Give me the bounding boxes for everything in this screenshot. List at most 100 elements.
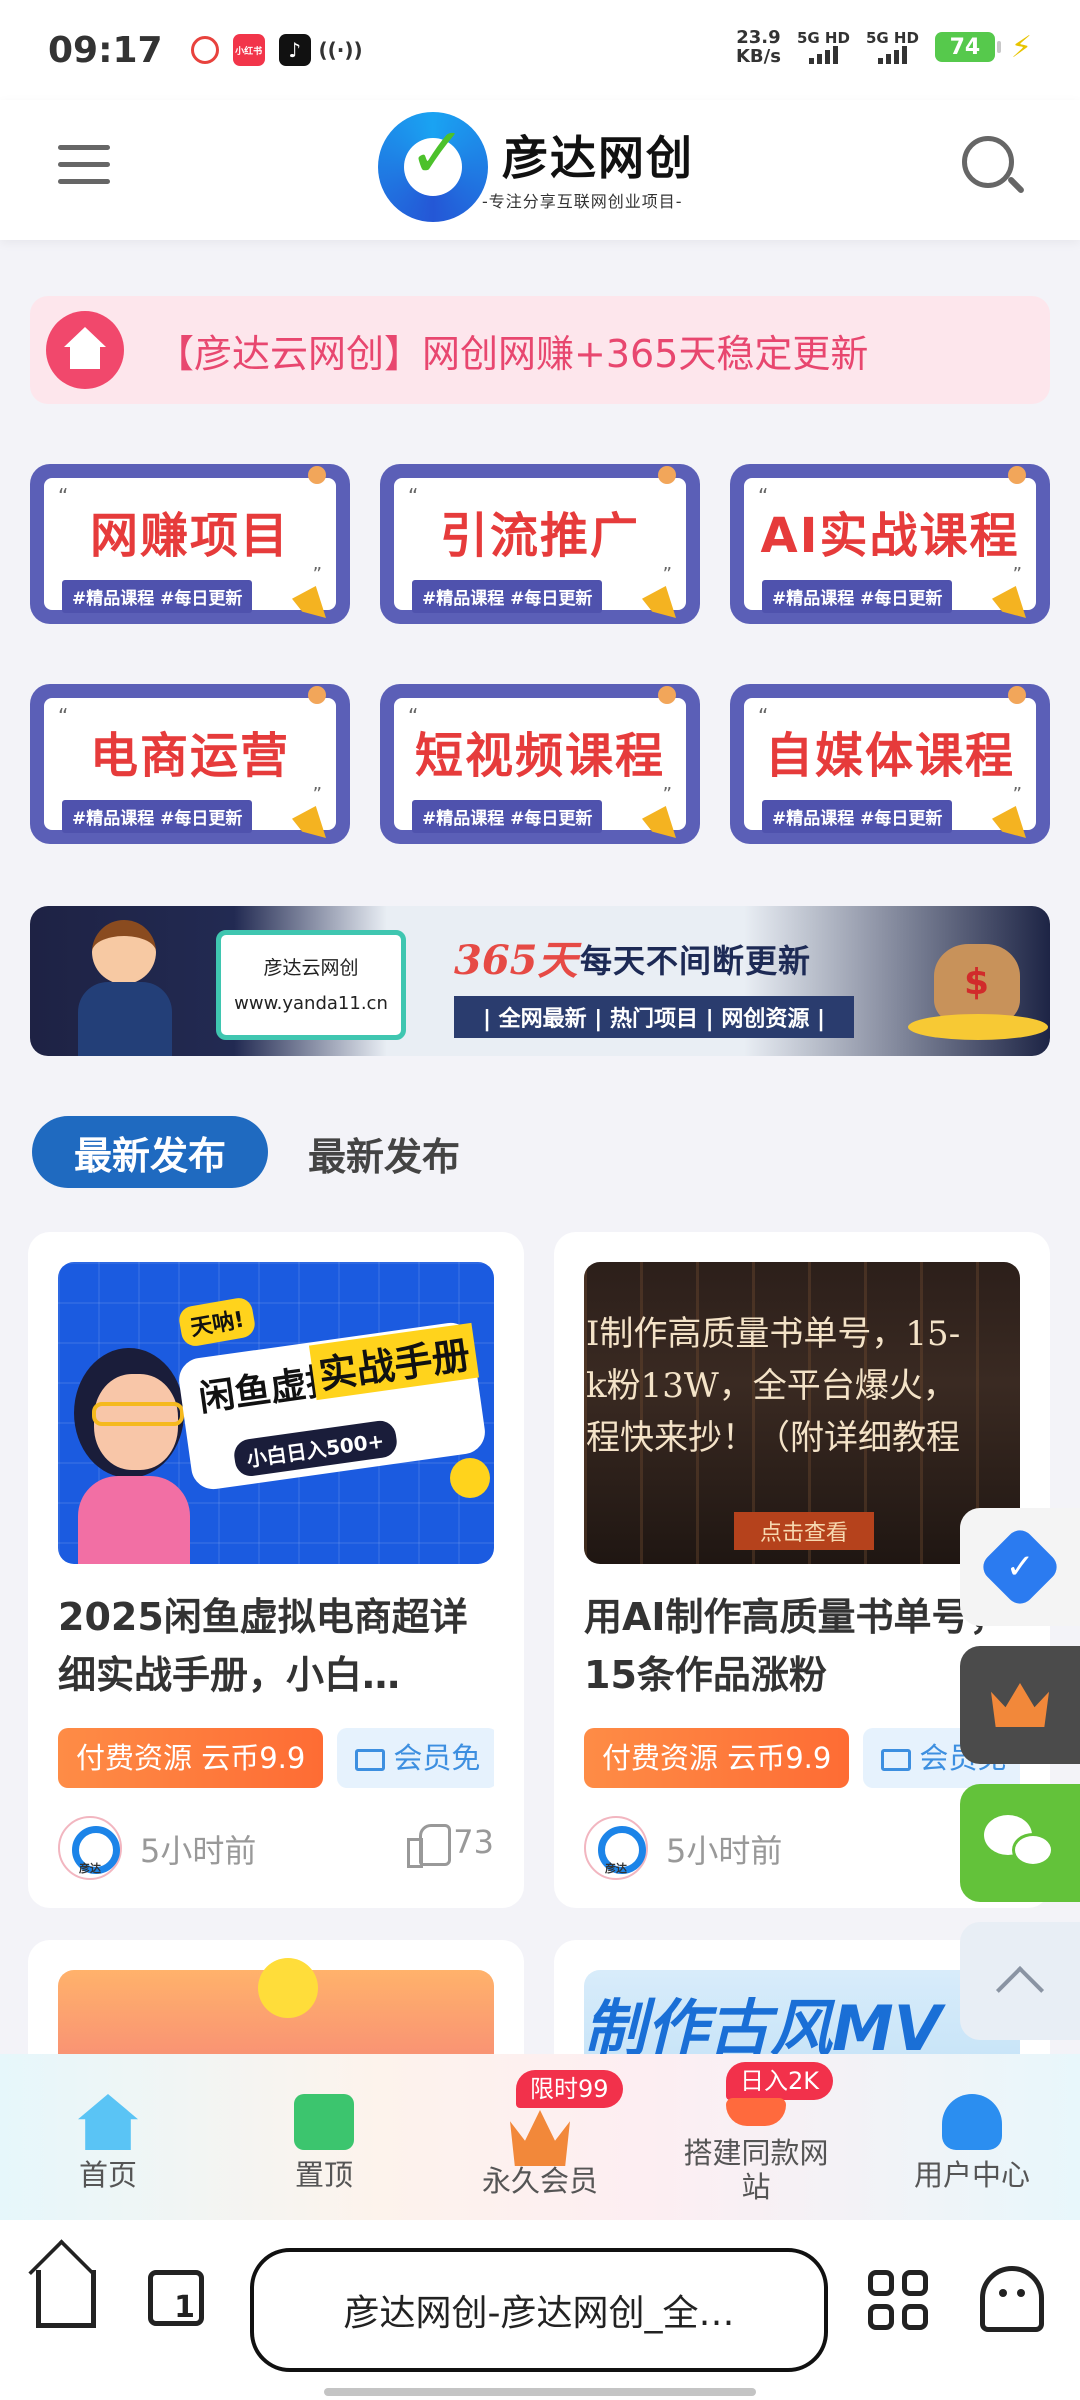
- user-icon: [942, 2094, 1002, 2150]
- vip-float-button[interactable]: [960, 1646, 1080, 1764]
- post-time: 5小时前: [666, 1832, 783, 1870]
- money-bag-icon: $: [908, 922, 1048, 1042]
- folder-icon: [355, 1749, 386, 1771]
- category-card[interactable]: “短视频课程 #精品课程 #每日更新”: [380, 684, 700, 844]
- nav-item-vip[interactable]: 限时99 永久会员: [432, 2054, 648, 2220]
- post-meta: 彦达 5小时前: [584, 1816, 1020, 1880]
- category-card[interactable]: “自媒体课程 #精品课程 #每日更新”: [730, 684, 1050, 844]
- charging-icon: ⚡: [1010, 29, 1032, 65]
- nav-item-build-site[interactable]: 日入2K 搭建同款网站: [648, 2054, 864, 2220]
- category-card[interactable]: “引流推广 #精品课程 #每日更新”: [380, 464, 700, 624]
- status-indicators: 23.9 KB/s 5G HD 5G HD 74 ⚡: [736, 28, 1032, 66]
- wallet-icon: [294, 2094, 354, 2150]
- home-icon: [46, 311, 124, 389]
- smiley-icon: [258, 1958, 318, 2018]
- crown-icon: [991, 1683, 1049, 1727]
- nav-badge: 限时99: [516, 2070, 623, 2108]
- folder-icon: [881, 1749, 912, 1771]
- category-tags: #精品课程 #每日更新: [412, 800, 603, 833]
- post-thumbnail[interactable]: I制作高质量书单号，15- k粉13W，全平台爆火， 程快来抄！（附详细教程 点…: [584, 1262, 1020, 1564]
- category-card[interactable]: “网赚项目 #精品课程 #每日更新”: [30, 464, 350, 624]
- nav-badge: 日入2K: [726, 2062, 834, 2100]
- back-to-top-button[interactable]: [960, 1922, 1080, 2040]
- browser-toolbar: 1 彦达网创-彦达网创_全…: [0, 2220, 1080, 2400]
- banner-board: 彦达云网创 www.yanda11.cn: [216, 930, 406, 1040]
- logo-subtitle: -专注分享互联网创业项目-: [482, 192, 683, 211]
- nav-item-user-center[interactable]: 用户中心: [864, 2054, 1080, 2220]
- megaphone-icon: [292, 586, 326, 618]
- tab-latest[interactable]: 最新发布: [32, 1116, 268, 1188]
- signal-sim2-icon: 5G HD: [866, 30, 919, 64]
- tab-latest-secondary[interactable]: 最新发布: [308, 1126, 460, 1181]
- chevron-up-icon: [995, 1965, 1045, 2015]
- logo-title: 彦达网创: [502, 131, 694, 185]
- wechat-float-button[interactable]: [960, 1784, 1080, 1902]
- nav-item-pin[interactable]: 置顶: [216, 2054, 432, 2220]
- category-tags: #精品课程 #每日更新: [412, 580, 603, 613]
- category-tags: #精品课程 #每日更新: [762, 800, 953, 833]
- post-thumbnail[interactable]: 天呐! 闲鱼虚拟 实战手册 小白日入500+: [58, 1262, 494, 1564]
- megaphone-icon: [642, 586, 676, 618]
- menu-icon[interactable]: [58, 136, 114, 192]
- status-bar: 09:17 小红书 ♪ ((·)) 23.9 KB/s 5G HD 5G HD …: [0, 0, 1080, 100]
- nav-item-home[interactable]: 首页: [0, 2054, 216, 2220]
- avatar[interactable]: 彦达: [58, 1816, 122, 1880]
- status-time: 09:17: [48, 29, 163, 71]
- like-count: 73: [453, 1823, 494, 1861]
- post-title[interactable]: 用AI制作高质量书单号，15条作品涨粉: [584, 1588, 1024, 1704]
- build-icon: [726, 2098, 786, 2126]
- post-tags: 付费资源 云币9.9 会员免: [584, 1728, 1020, 1788]
- emoji-icon: [450, 1458, 490, 1498]
- cartoon-person-icon: [74, 920, 184, 1056]
- category-title: 短视频课程: [414, 728, 665, 784]
- promo-banner[interactable]: 彦达云网创 www.yanda11.cn 365天 每天不间断更新 | 全网最新…: [30, 906, 1050, 1056]
- site-logo[interactable]: ✓ 彦达网创 -专注分享互联网创业项目-: [378, 106, 708, 234]
- search-icon[interactable]: [958, 132, 1026, 196]
- category-card[interactable]: “电商运营 #精品课程 #每日更新”: [30, 684, 350, 844]
- category-tags: #精品课程 #每日更新: [62, 580, 253, 613]
- verified-float-button[interactable]: ✓: [960, 1508, 1080, 1626]
- crown-icon: [510, 2110, 570, 2166]
- category-title: 电商运营: [89, 728, 290, 784]
- banner-highlight: 365天: [454, 937, 578, 984]
- megaphone-icon: [292, 806, 326, 838]
- member-tag[interactable]: 会员免: [337, 1728, 494, 1788]
- category-tags: #精品课程 #每日更新: [762, 580, 953, 613]
- incognito-icon[interactable]: [980, 2266, 1044, 2332]
- site-header: ✓ 彦达网创 -专注分享互联网创业项目-: [0, 100, 1080, 240]
- view-button: 点击查看: [734, 1512, 874, 1550]
- category-title: 网赚项目: [89, 508, 290, 564]
- hotspot-icon: ((·)): [318, 38, 363, 62]
- notice-bar[interactable]: 【彦达云网创】网创网赚+365天稳定更新: [30, 296, 1050, 404]
- paid-tag[interactable]: 付费资源 云币9.9: [58, 1728, 324, 1788]
- post-meta: 彦达 5小时前 73: [58, 1816, 494, 1880]
- browser-tabs-icon[interactable]: 1: [148, 2270, 204, 2326]
- category-title: 自媒体课程: [764, 728, 1015, 784]
- category-title: 引流推广: [439, 508, 640, 564]
- battery-icon: 74: [934, 32, 1001, 62]
- xiaohongshu-icon: 小红书: [232, 34, 265, 66]
- home-indicator[interactable]: [324, 2388, 756, 2396]
- wechat-icon: [984, 1815, 1056, 1871]
- bottom-nav: 首页 置顶 限时99 永久会员 日入2K 搭建同款网站 用户中心: [0, 2054, 1080, 2220]
- home-icon: [78, 2094, 138, 2150]
- paid-tag[interactable]: 付费资源 云币9.9: [584, 1728, 850, 1788]
- net-speed: 23.9 KB/s: [735, 27, 781, 67]
- post-tags: 付费资源 云币9.9 会员免: [58, 1728, 494, 1788]
- avatar[interactable]: 彦达: [584, 1816, 648, 1880]
- like-button[interactable]: 73: [407, 1822, 494, 1868]
- logo-check-icon: ✓: [408, 112, 467, 194]
- apps-grid-icon[interactable]: [868, 2270, 928, 2330]
- banner-bar-text: | 全网最新 | 热门项目 | 网创资源 |: [454, 996, 854, 1038]
- megaphone-icon: [992, 586, 1026, 618]
- category-card[interactable]: “AI实战课程 #精品课程 #每日更新”: [730, 464, 1050, 624]
- banner-headline: 每天不间断更新: [580, 942, 812, 980]
- megaphone-icon: [642, 806, 676, 838]
- address-bar[interactable]: 彦达网创-彦达网创_全…: [250, 2248, 828, 2372]
- browser-home-icon[interactable]: [36, 2270, 96, 2328]
- category-tags: #精品课程 #每日更新: [62, 800, 253, 833]
- post-card[interactable]: 天呐! 闲鱼虚拟 实战手册 小白日入500+ 2025闲鱼虚拟电商超详细实战手册…: [28, 1232, 524, 1908]
- tiktok-icon: ♪: [278, 34, 311, 66]
- post-title[interactable]: 2025闲鱼虚拟电商超详细实战手册，小白…: [58, 1588, 498, 1704]
- signal-sim1-icon: 5G HD: [797, 30, 850, 64]
